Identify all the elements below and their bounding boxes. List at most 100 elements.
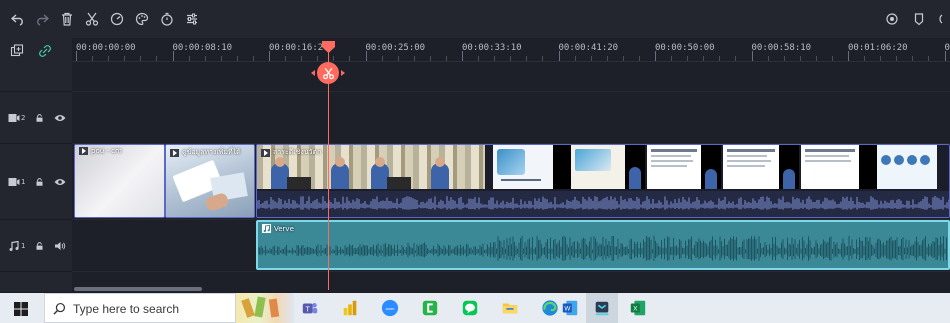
video-track-icon: 1 <box>8 177 25 187</box>
scissors-icon[interactable] <box>83 10 101 28</box>
horizontal-scrollbar[interactable] <box>72 286 950 292</box>
time-ruler[interactable]: 00:00:00:00 00:00:08:10 00:00:16:20 00:00:2… <box>72 38 950 62</box>
track-head-video-2: 2 <box>0 92 72 144</box>
excel-icon[interactable]: X <box>628 298 648 318</box>
ruler-minor-tick <box>638 56 640 61</box>
undo-icon[interactable] <box>9 10 27 28</box>
lock-icon[interactable] <box>35 177 44 187</box>
music-note-icon <box>262 224 271 233</box>
adjust-icon[interactable] <box>183 10 201 28</box>
ruler-minor-tick <box>574 56 576 61</box>
ruler-minor-tick <box>815 56 817 61</box>
ruler-minor-tick <box>719 56 721 61</box>
color-palette-icon[interactable] <box>133 10 151 28</box>
chevron-left-icon <box>311 70 315 76</box>
word-icon[interactable]: W <box>560 298 580 318</box>
file-explorer-icon[interactable] <box>500 298 520 318</box>
ruler-minor-tick <box>429 56 431 61</box>
video-editor-timeline: 00:00:00:00 00:00:08:10 00:00:16:20 00:00:2… <box>0 0 950 323</box>
ruler-major-tick <box>462 51 463 61</box>
track-number: 2 <box>21 113 26 122</box>
laptop-image <box>287 177 311 189</box>
video-track-1-lane[interactable]: pou - cm ดูข้อมูลทางเพิ่มที่ได้ สาระดีเช… <box>72 144 950 220</box>
ruler-minor-tick <box>236 56 238 61</box>
eye-icon[interactable] <box>54 113 66 123</box>
video-clip-3[interactable]: สาระดีเชิงนวัตก <box>256 144 950 218</box>
search-highlight-image <box>236 293 294 323</box>
video-clip-2[interactable]: ดูข้อมูลทางเพิ่มที่ได้ <box>165 144 255 218</box>
video-clip-icon <box>79 147 88 155</box>
ruler-minor-tick <box>703 56 705 61</box>
edge-icon[interactable] <box>540 298 560 318</box>
lock-icon[interactable] <box>35 113 44 123</box>
ruler-minor-tick <box>285 56 287 61</box>
line-icon[interactable] <box>460 298 480 318</box>
link-icon[interactable] <box>38 43 52 57</box>
lock-icon[interactable] <box>35 241 44 251</box>
speaker-icon[interactable] <box>54 241 66 251</box>
ruler-minor-tick <box>831 56 833 61</box>
ruler-major-tick <box>365 51 367 61</box>
ruler-minor-tick <box>188 56 190 61</box>
timeline-spacer <box>72 62 950 92</box>
windows-start-icon[interactable] <box>14 301 28 316</box>
ruler-timecode: 00:00:41:20 <box>558 43 619 53</box>
ruler-major-tick <box>655 51 656 61</box>
playhead-handle[interactable] <box>322 38 335 53</box>
camtasia-icon[interactable] <box>420 298 440 318</box>
trash-icon[interactable] <box>58 10 76 28</box>
marker-icon[interactable] <box>910 10 928 28</box>
taskbar-search-box[interactable]: Type here to search <box>44 293 236 323</box>
speed-icon[interactable] <box>108 10 126 28</box>
ruler-minor-tick <box>252 56 254 61</box>
ruler-timecode: 00:00:08:10 <box>172 43 233 53</box>
ruler-minor-tick <box>413 56 415 61</box>
eye-icon[interactable] <box>54 177 66 187</box>
ruler-minor-tick <box>896 56 898 61</box>
svg-text:W: W <box>564 306 570 313</box>
clip-frame-slide <box>723 145 779 189</box>
video-track-2-lane[interactable] <box>72 92 950 144</box>
ruler-minor-tick <box>526 56 528 61</box>
ruler-minor-tick <box>317 56 319 61</box>
power-bi-icon[interactable] <box>340 298 360 318</box>
ruler-minor-tick <box>687 56 689 61</box>
zoom-icon[interactable]: zoom <box>380 298 400 318</box>
music-track-icon: 1 <box>8 240 25 251</box>
video-clip-icon <box>261 148 270 157</box>
ruler-minor-tick <box>542 56 544 61</box>
track-number: 1 <box>21 177 26 186</box>
ruler-minor-tick <box>622 56 624 61</box>
audio-clip-verve[interactable]: Verve <box>256 220 950 270</box>
render-icon[interactable] <box>883 10 901 28</box>
video-clip-pou-cm[interactable]: pou - cm <box>74 144 165 218</box>
clip-thumbnail <box>75 145 164 217</box>
ruler-minor-tick <box>799 56 801 61</box>
ruler-minor-tick <box>124 56 126 61</box>
timer-icon[interactable] <box>158 10 176 28</box>
timeline-toolbar <box>0 0 950 38</box>
playhead-line[interactable] <box>328 48 329 290</box>
scrollbar-thumb[interactable] <box>74 287 202 291</box>
ruler-minor-tick <box>880 56 882 61</box>
ruler-minor-tick <box>381 56 383 61</box>
ruler-minor-tick <box>445 56 447 61</box>
search-placeholder: Type here to search <box>73 302 180 316</box>
teams-icon[interactable]: T <box>300 298 320 318</box>
laptop-image <box>387 177 411 189</box>
ruler-minor-tick <box>478 56 480 61</box>
audio-track-1-lane[interactable]: Verve <box>72 220 950 272</box>
clip-title: สาระดีเชิงนวัตก <box>273 148 322 156</box>
ruler-minor-tick <box>301 56 303 61</box>
clip-audio-waveform <box>257 191 949 217</box>
clip-frame-slide <box>877 145 937 189</box>
redo-icon[interactable] <box>33 10 51 28</box>
add-track-icon[interactable] <box>10 43 24 57</box>
ruler-minor-tick <box>928 56 930 61</box>
split-scissors-button[interactable] <box>317 62 339 84</box>
ruler-minor-tick <box>92 56 94 61</box>
ruler-minor-tick <box>397 56 399 61</box>
zoom-out-icon[interactable] <box>936 10 950 28</box>
filmora-icon[interactable] <box>592 298 612 318</box>
ruler-major-tick <box>558 51 560 61</box>
